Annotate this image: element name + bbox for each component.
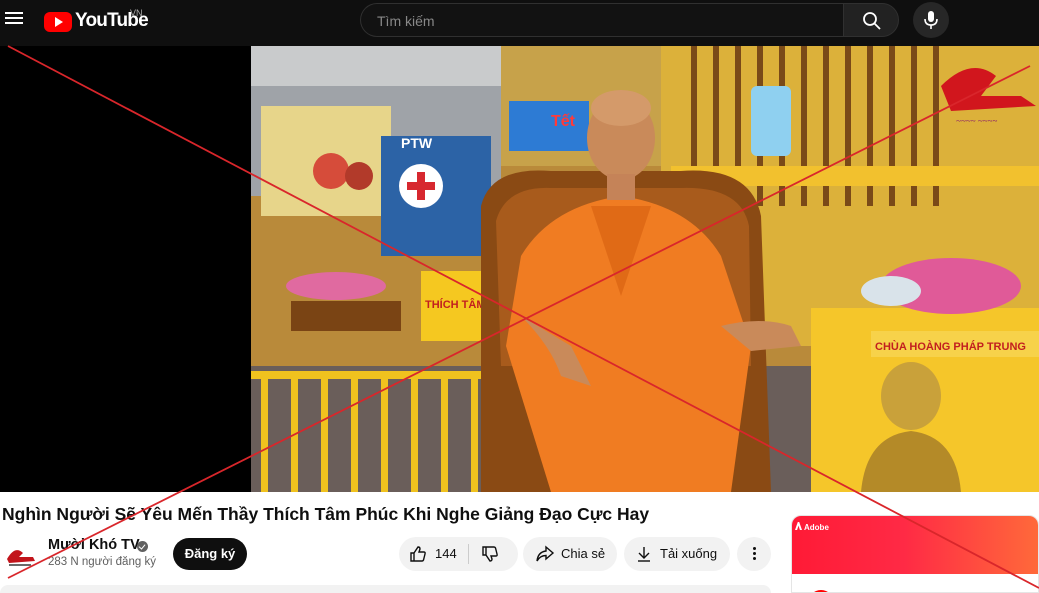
channel-logo-icon xyxy=(1,535,39,573)
download-button[interactable]: Tải xuống xyxy=(624,537,730,571)
scene-banner-right: CHÙA HOÀNG PHÁP TRUNG xyxy=(875,340,1026,353)
download-label: Tải xuống xyxy=(660,546,718,561)
ad-brand: Adobe xyxy=(804,523,829,532)
like-count: 144 xyxy=(435,546,457,561)
search-icon xyxy=(863,12,881,30)
svg-text:~~~~ ~~~~: ~~~~ ~~~~ xyxy=(956,116,997,126)
share-button[interactable]: Chia sẻ xyxy=(523,537,617,571)
share-icon xyxy=(536,545,555,562)
video-scene: PTW Tết THÍCH TÂM PH CHÙA HOÀNG PHÁP TRU… xyxy=(251,46,1039,492)
video-title: Nghìn Người Sẽ Yêu Mến Thầy Thích Tâm Ph… xyxy=(2,504,650,524)
dislike-button[interactable] xyxy=(469,537,518,571)
adobe-logo-icon xyxy=(795,522,802,530)
download-icon xyxy=(638,547,650,562)
verified-badge-icon xyxy=(137,541,148,552)
more-icon xyxy=(753,547,756,562)
youtube-play-icon xyxy=(44,12,72,32)
country-code: VN xyxy=(130,8,143,18)
subscribe-button[interactable]: Đăng ký xyxy=(173,538,247,570)
search-box xyxy=(360,3,844,37)
masthead: YouTube VN xyxy=(0,0,1039,46)
scene-sign-ptw: PTW xyxy=(401,135,433,151)
video-frame: PTW Tết THÍCH TÂM PH CHÙA HOÀNG PHÁP TRU… xyxy=(251,46,1039,492)
voice-search-button[interactable] xyxy=(913,2,949,38)
scene-sign-tet: Tết xyxy=(551,113,576,130)
menu-icon[interactable] xyxy=(3,9,25,31)
ad-card[interactable]: Adobe xyxy=(791,515,1039,593)
ad-banner: Adobe xyxy=(792,516,1038,574)
like-dislike-group: 144 xyxy=(399,537,518,571)
subscriber-count: 283 N người đăng ký xyxy=(48,556,156,568)
channel-avatar[interactable] xyxy=(1,535,39,573)
channel-name[interactable]: Mười Khó TV xyxy=(48,537,140,553)
like-button[interactable]: 144 xyxy=(399,537,468,571)
microphone-icon xyxy=(924,11,938,29)
thumbs-up-icon xyxy=(410,546,426,562)
description-box[interactable] xyxy=(0,585,771,593)
search-button[interactable] xyxy=(843,3,899,37)
share-label: Chia sẻ xyxy=(561,546,606,561)
search-input[interactable] xyxy=(375,10,819,32)
thumbs-down-icon xyxy=(482,546,498,562)
video-player[interactable]: PTW Tết THÍCH TÂM PH CHÙA HOÀNG PHÁP TRU… xyxy=(0,46,1039,492)
more-actions-button[interactable] xyxy=(737,537,771,571)
